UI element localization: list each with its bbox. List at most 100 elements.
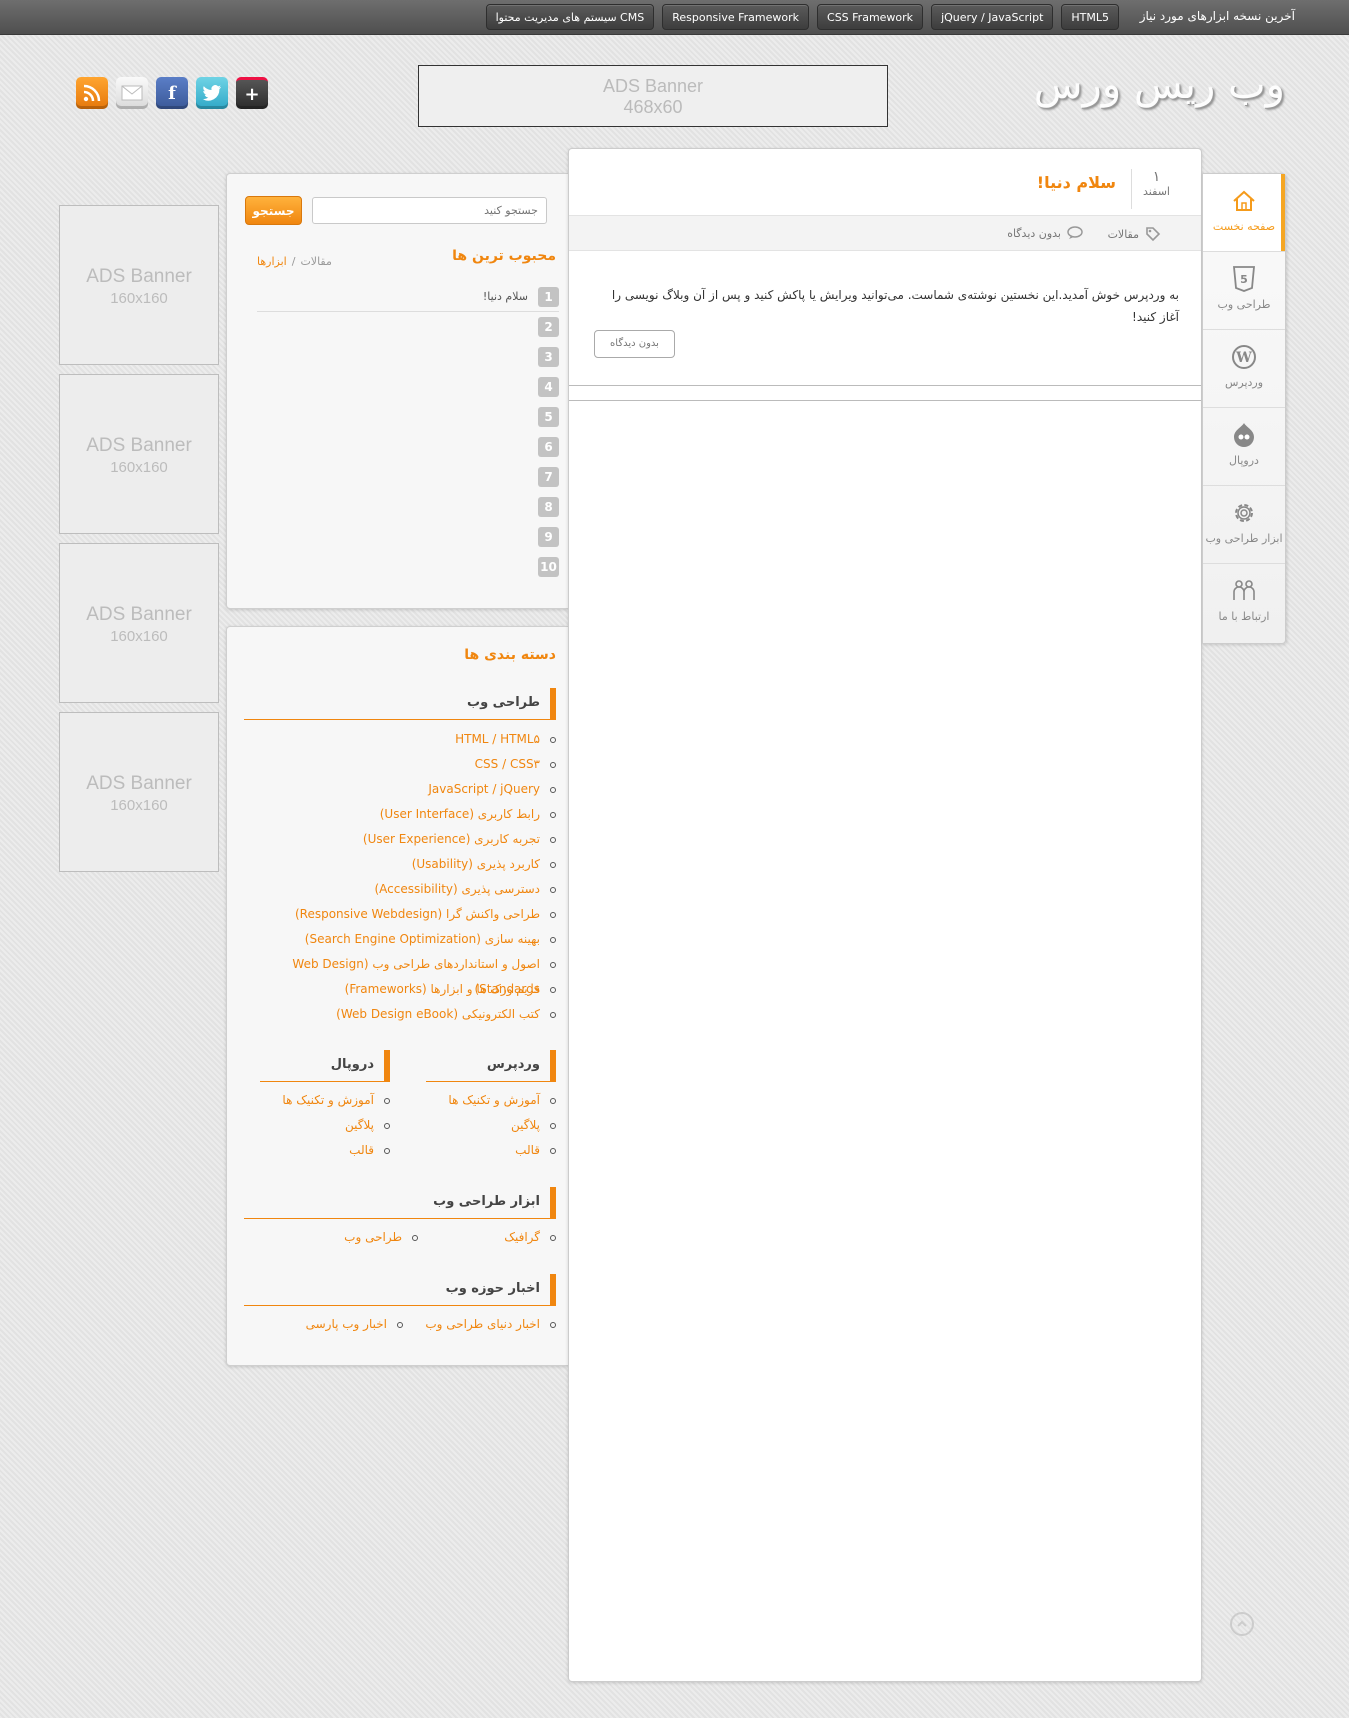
list-item: 6 xyxy=(257,432,559,462)
list-item[interactable]: 1 سلام دنیا! xyxy=(257,282,559,312)
post-category[interactable]: مقالات xyxy=(1108,226,1161,242)
tab-tools[interactable]: ابزارها xyxy=(257,255,287,268)
ad-size: 160x160 xyxy=(110,459,168,476)
html5-icon: 5 xyxy=(1233,266,1255,292)
nav-label: ابزار طراحی وب xyxy=(1205,532,1283,545)
list-item: 4 xyxy=(257,372,559,402)
post-title[interactable]: سلام دنیا! xyxy=(1037,173,1116,192)
list-item[interactable]: طراحی واکنش گرا (Responsive Webdesign) xyxy=(244,902,556,927)
list-item[interactable]: JavaScript / jQuery xyxy=(244,777,556,802)
tag-html5[interactable]: HTML5 xyxy=(1061,4,1119,30)
side-ad-banner-3[interactable]: ADS Banner 160x160 xyxy=(59,543,219,703)
scroll-top-button[interactable] xyxy=(1230,1612,1254,1636)
divider xyxy=(569,400,1201,401)
tag-jquery[interactable]: jQuery / JavaScript xyxy=(931,4,1054,30)
nav-label: ارتباط با ما xyxy=(1218,610,1270,623)
header-ad-banner[interactable]: ADS Banner 468x60 xyxy=(418,65,888,127)
rank-number: 2 xyxy=(538,317,559,337)
side-ad-banner-4[interactable]: ADS Banner 160x160 xyxy=(59,712,219,872)
site-logo[interactable]: وب ریس ورس xyxy=(1015,62,1286,112)
topbar-tags: HTML5 jQuery / JavaScript CSS Framework … xyxy=(485,4,1119,30)
list-item[interactable]: پلاگین xyxy=(426,1113,556,1138)
comments-label: بدون دیدگاه xyxy=(1007,226,1061,240)
tag-css-framework[interactable]: CSS Framework xyxy=(817,4,924,30)
rank-number: 5 xyxy=(538,407,559,427)
nav-label: صفحه نخست xyxy=(1212,220,1276,233)
list-item[interactable]: گرافیک xyxy=(426,1225,556,1250)
home-icon xyxy=(1233,190,1255,211)
category-drupal-heading[interactable]: دروپال xyxy=(260,1050,390,1082)
nav-label: دروپال xyxy=(1229,454,1259,467)
mail-icon[interactable] xyxy=(116,77,148,109)
google-plus-icon[interactable]: + xyxy=(236,77,268,109)
tag-responsive-framework[interactable]: Responsive Framework xyxy=(662,4,810,30)
category-tools-heading[interactable]: ابزار طراحی وب xyxy=(244,1187,556,1219)
popular-list: 1 سلام دنیا! 2 3 4 5 6 7 8 9 10 xyxy=(257,282,559,582)
side-ad-banner-2[interactable]: ADS Banner 160x160 xyxy=(59,374,219,534)
category-webdesign-heading[interactable]: طراحی وب xyxy=(244,688,556,720)
search-button[interactable]: جستجو xyxy=(245,196,302,225)
list-item[interactable]: تجربه کاربری (User Experience) xyxy=(244,827,556,852)
gear-icon xyxy=(1235,504,1253,522)
list-item[interactable]: بهینه سازی (Search Engine Optimization) xyxy=(244,927,556,952)
list-item[interactable]: آموزش و تکنیک ها xyxy=(260,1088,390,1113)
comments-button[interactable]: بدون دیدگاه xyxy=(594,330,675,358)
category-tools-list-2: طراحی وب xyxy=(288,1225,418,1250)
nav-label: طراحی وب xyxy=(1217,298,1271,311)
list-item: 7 xyxy=(257,462,559,492)
nav-item-contact[interactable]: ارتباط با ما xyxy=(1203,564,1285,642)
categories-panel: دسته بندی ها طراحی وب HTML / HTML۵ CSS /… xyxy=(226,626,569,1366)
post-comments[interactable]: بدون دیدگاه xyxy=(1007,226,1083,240)
list-item[interactable]: فریم ورک ها و ابزارها (Frameworks) xyxy=(244,977,556,1002)
post-meta: مقالات بدون دیدگاه xyxy=(569,215,1201,251)
rank-number: 3 xyxy=(538,347,559,367)
list-item[interactable]: دسترسی پذیری (Accessibility) xyxy=(244,877,556,902)
search-input[interactable] xyxy=(312,197,547,224)
categories-title: دسته بندی ها xyxy=(464,647,556,663)
list-item: 10 xyxy=(257,552,559,582)
list-item[interactable]: اصول و استانداردهای طراحی وب (Web Design… xyxy=(244,952,556,996)
list-item[interactable]: آموزش و تکنیک ها xyxy=(426,1088,556,1113)
twitter-icon[interactable] xyxy=(196,77,228,109)
category-news-heading[interactable]: اخبار حوزه وب xyxy=(244,1274,556,1306)
nav-item-tools[interactable]: ابزار طراحی وب xyxy=(1203,486,1285,564)
rank-number: 7 xyxy=(538,467,559,487)
nav-item-wordpress[interactable]: W وردپرس xyxy=(1203,330,1285,408)
tag-icon xyxy=(1146,227,1161,242)
ad-label: ADS Banner xyxy=(86,435,192,456)
rank-number: 4 xyxy=(538,377,559,397)
rank-number: 9 xyxy=(538,527,559,547)
nav-item-drupal[interactable]: دروپال xyxy=(1203,408,1285,486)
tab-articles[interactable]: مقالات xyxy=(300,255,331,268)
nav-item-webdesign[interactable]: 5 طراحی وب xyxy=(1203,252,1285,330)
tag-cms[interactable]: سیستم های مدیریت محتوا CMS xyxy=(485,4,655,30)
list-item: 3 xyxy=(257,342,559,372)
item-title[interactable]: سلام دنیا! xyxy=(483,290,528,303)
ad-size: 160x160 xyxy=(110,628,168,645)
side-ad-banner-1[interactable]: ADS Banner 160x160 xyxy=(59,205,219,365)
list-item[interactable]: قالب xyxy=(426,1138,556,1163)
list-item[interactable]: کتب الکترونیکی (Web Design eBook) xyxy=(244,1002,556,1027)
topbar-title: آخرین نسخه ابزارهای مورد نیاز xyxy=(1139,9,1295,23)
divider xyxy=(569,385,1201,386)
category-news-list-2: اخبار وب پارسی xyxy=(273,1312,403,1337)
category-webdesign-list: HTML / HTML۵ CSS / CSS۳ JavaScript / jQu… xyxy=(244,727,556,1027)
list-item[interactable]: اخبار دنیای طراحی وب xyxy=(416,1312,556,1337)
facebook-icon[interactable]: f xyxy=(156,77,188,109)
nav-item-home[interactable]: صفحه نخست xyxy=(1203,174,1285,252)
list-item[interactable]: طراحی وب xyxy=(288,1225,418,1250)
list-item[interactable]: CSS / CSS۳ xyxy=(244,752,556,777)
list-item[interactable]: اخبار وب پارسی xyxy=(273,1312,403,1337)
list-item[interactable]: HTML / HTML۵ xyxy=(244,727,556,752)
list-item: 2 xyxy=(257,312,559,342)
category-wordpress-heading[interactable]: وردپرس xyxy=(426,1050,556,1082)
ad-label: ADS Banner xyxy=(86,266,192,287)
category-wordpress-list: آموزش و تکنیک ها پلاگین قالب xyxy=(426,1088,556,1163)
rss-icon[interactable] xyxy=(76,77,108,109)
list-item[interactable]: رابط کاربری (User Interface) xyxy=(244,802,556,827)
list-item[interactable]: قالب xyxy=(260,1138,390,1163)
list-item[interactable]: کاربرد پذیری (Usability) xyxy=(244,852,556,877)
drupal-icon xyxy=(1234,423,1254,447)
category-tools-list-1: گرافیک xyxy=(426,1225,556,1250)
list-item[interactable]: پلاگین xyxy=(260,1113,390,1138)
